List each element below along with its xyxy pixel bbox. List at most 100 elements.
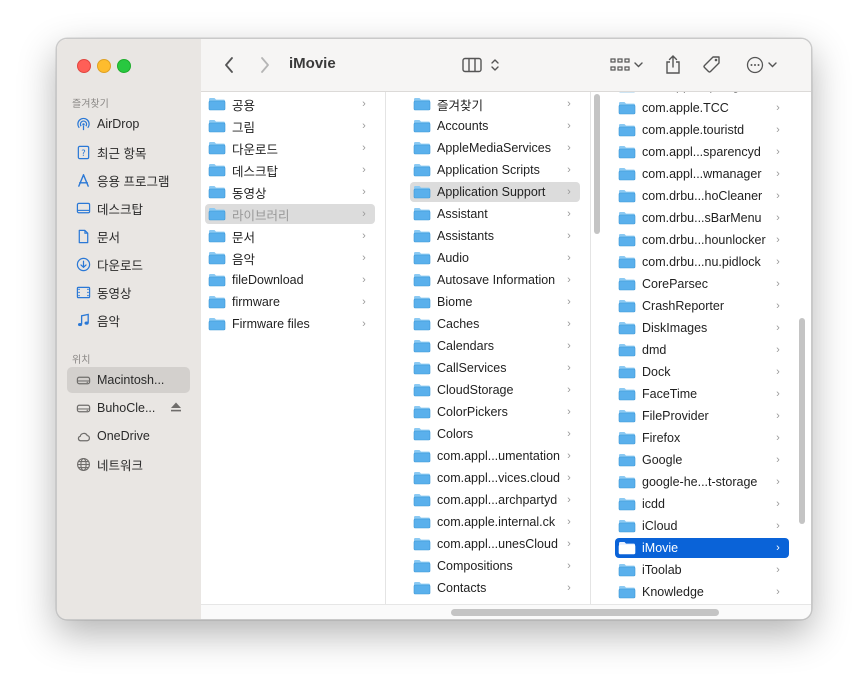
folder-row[interactable]: 동영상 ›	[205, 182, 375, 202]
folder-row[interactable]: com.drbu...hounlocker ›	[615, 230, 789, 250]
folder-row[interactable]: com.apple.touristd ›	[615, 120, 789, 140]
folder-row[interactable]: CloudStorage ›	[410, 380, 580, 400]
column-2-scrollbar[interactable]	[594, 94, 600, 234]
column-3[interactable]: com.apple.spotlight›com.apple.TCC›com.ap…	[611, 92, 811, 604]
share-button[interactable]	[663, 53, 683, 77]
chevron-right-icon: ›	[567, 450, 571, 462]
folder-row[interactable]: com.appl...sparencyd ›	[615, 142, 789, 162]
folder-icon	[208, 296, 226, 309]
folder-row[interactable]: com.appl...vices.cloud ›	[410, 468, 580, 488]
folder-row[interactable]: com.apple.spotlight›	[615, 92, 789, 96]
eject-icon[interactable]	[170, 401, 182, 413]
folder-row[interactable]: iMovie ›	[615, 538, 789, 558]
folder-row[interactable]: com.appl...unesCloud ›	[410, 534, 580, 554]
folder-row[interactable]: Accounts ›	[410, 116, 580, 136]
folder-row[interactable]: Audio ›	[410, 248, 580, 268]
folder-row[interactable]: Biome ›	[410, 292, 580, 312]
folder-row[interactable]: Firmware files ›	[205, 314, 375, 334]
folder-row[interactable]: firmware ›	[205, 292, 375, 312]
folder-row[interactable]: 즐겨찾기 ›	[410, 94, 580, 114]
folder-row[interactable]: Calendars ›	[410, 336, 580, 356]
sidebar-item-document[interactable]: 문서	[67, 223, 190, 249]
sidebar-item-label: Macintosh...	[97, 373, 165, 387]
sidebar-item-applications[interactable]: 응용 프로그램	[67, 167, 190, 193]
horizontal-scrollbar[interactable]	[451, 609, 719, 616]
zoom-button[interactable]	[117, 59, 131, 73]
folder-name: CloudStorage	[437, 383, 514, 397]
folder-row[interactable]: CrashReporter ›	[615, 296, 789, 316]
folder-row[interactable]: 문서 ›	[205, 226, 375, 246]
column-1[interactable]: 공용 › 그림 › 다운로드 › 데스크탑 › 동영상 › 라이브러리 › 문서 › 음악 › fileDown…	[201, 92, 386, 604]
folder-row[interactable]: com.drbu...nu.pidlock ›	[615, 252, 789, 272]
folder-row[interactable]: dmd ›	[615, 340, 789, 360]
tag-button[interactable]	[701, 53, 723, 77]
folder-row[interactable]: FileProvider ›	[615, 406, 789, 426]
folder-row[interactable]: Assistants ›	[410, 226, 580, 246]
forward-button[interactable]	[255, 53, 275, 77]
sidebar-item-recents[interactable]: ? 최근 항목	[67, 139, 190, 165]
folder-row[interactable]: 데스크탑 ›	[205, 160, 375, 180]
sidebar-item-music[interactable]: 음악	[67, 307, 190, 333]
airdrop-icon	[75, 116, 91, 132]
folder-row[interactable]: com.appl...umentation ›	[410, 446, 580, 466]
folder-row[interactable]: com.drbu...hoCleaner ›	[615, 186, 789, 206]
folder-row[interactable]: Knowledge ›	[615, 582, 789, 602]
folder-name: Colors	[437, 427, 474, 441]
view-mode-button[interactable]	[459, 53, 503, 77]
folder-row[interactable]: com.appl...archpartyd ›	[410, 490, 580, 510]
chevron-right-icon: ›	[567, 362, 571, 374]
folder-row[interactable]: 그림 ›	[205, 116, 375, 136]
folder-row[interactable]: fileDownload ›	[205, 270, 375, 290]
group-button[interactable]	[607, 53, 645, 77]
folder-row[interactable]: CoreParsec ›	[615, 274, 789, 294]
folder-row[interactable]: iCloud ›	[615, 516, 789, 536]
folder-row[interactable]: Contacts ›	[410, 578, 580, 598]
folder-row[interactable]: CallServices ›	[410, 358, 580, 378]
column-3-scrollbar[interactable]	[799, 318, 805, 524]
sidebar-item-airdrop[interactable]: AirDrop	[67, 111, 190, 137]
folder-row[interactable]: Assistant ›	[410, 204, 580, 224]
folder-row[interactable]: AppleMediaServices ›	[410, 138, 580, 158]
chevron-right-icon: ›	[567, 274, 571, 286]
folder-row[interactable]: 다운로드 ›	[205, 138, 375, 158]
folder-row[interactable]: Application Scripts ›	[410, 160, 580, 180]
folder-row[interactable]: iToolab ›	[615, 560, 789, 580]
folder-row[interactable]: icdd ›	[615, 494, 789, 514]
folder-row[interactable]: Caches ›	[410, 314, 580, 334]
back-button[interactable]	[219, 53, 239, 77]
folder-row[interactable]: FaceTime ›	[615, 384, 789, 404]
folder-row[interactable]: DiskImages ›	[615, 318, 789, 338]
folder-icon	[618, 322, 636, 335]
sidebar-item-movies[interactable]: 동영상	[67, 279, 190, 305]
folder-row[interactable]: Compositions ›	[410, 556, 580, 576]
folder-row[interactable]: google-he...t-storage ›	[615, 472, 789, 492]
folder-row[interactable]: com.apple.TCC ›	[615, 98, 789, 118]
folder-icon	[413, 538, 431, 551]
folder-row[interactable]: ColorPickers ›	[410, 402, 580, 422]
minimize-button[interactable]	[97, 59, 111, 73]
folder-row[interactable]: Dock ›	[615, 362, 789, 382]
sidebar-item-disk[interactable]: Macintosh...	[67, 367, 190, 393]
folder-row[interactable]: com.appl...wmanager ›	[615, 164, 789, 184]
folder-row[interactable]: Firefox ›	[615, 428, 789, 448]
sidebar-item-disk[interactable]: BuhoCle...	[67, 395, 190, 421]
folder-row[interactable]: Google ›	[615, 450, 789, 470]
chevron-right-icon: ›	[567, 142, 571, 154]
more-button[interactable]	[741, 53, 781, 77]
folder-name: Biome	[437, 295, 473, 309]
column-2[interactable]: 즐겨찾기 › Accounts › AppleMediaServices › Applica…	[406, 92, 591, 604]
folder-row[interactable]: Autosave Information ›	[410, 270, 580, 290]
sidebar-item-network[interactable]: 네트워크	[67, 451, 190, 477]
sidebar-item-cloud[interactable]: OneDrive	[67, 423, 190, 449]
sidebar-item-desktop[interactable]: 데스크탑	[67, 195, 190, 221]
close-button[interactable]	[77, 59, 91, 73]
folder-row[interactable]: 공용 ›	[205, 94, 375, 114]
folder-row[interactable]: Application Support ›	[410, 182, 580, 202]
folder-row[interactable]: 라이브러리 ›	[205, 204, 375, 224]
sidebar-item-downloads[interactable]: 다운로드	[67, 251, 190, 277]
folder-row[interactable]: Colors ›	[410, 424, 580, 444]
folder-row[interactable]: 음악 ›	[205, 248, 375, 268]
folder-row[interactable]: com.drbu...sBarMenu ›	[615, 208, 789, 228]
folder-row[interactable]: com.apple.internal.ck ›	[410, 512, 580, 532]
folder-name: com.apple.touristd	[642, 123, 745, 137]
